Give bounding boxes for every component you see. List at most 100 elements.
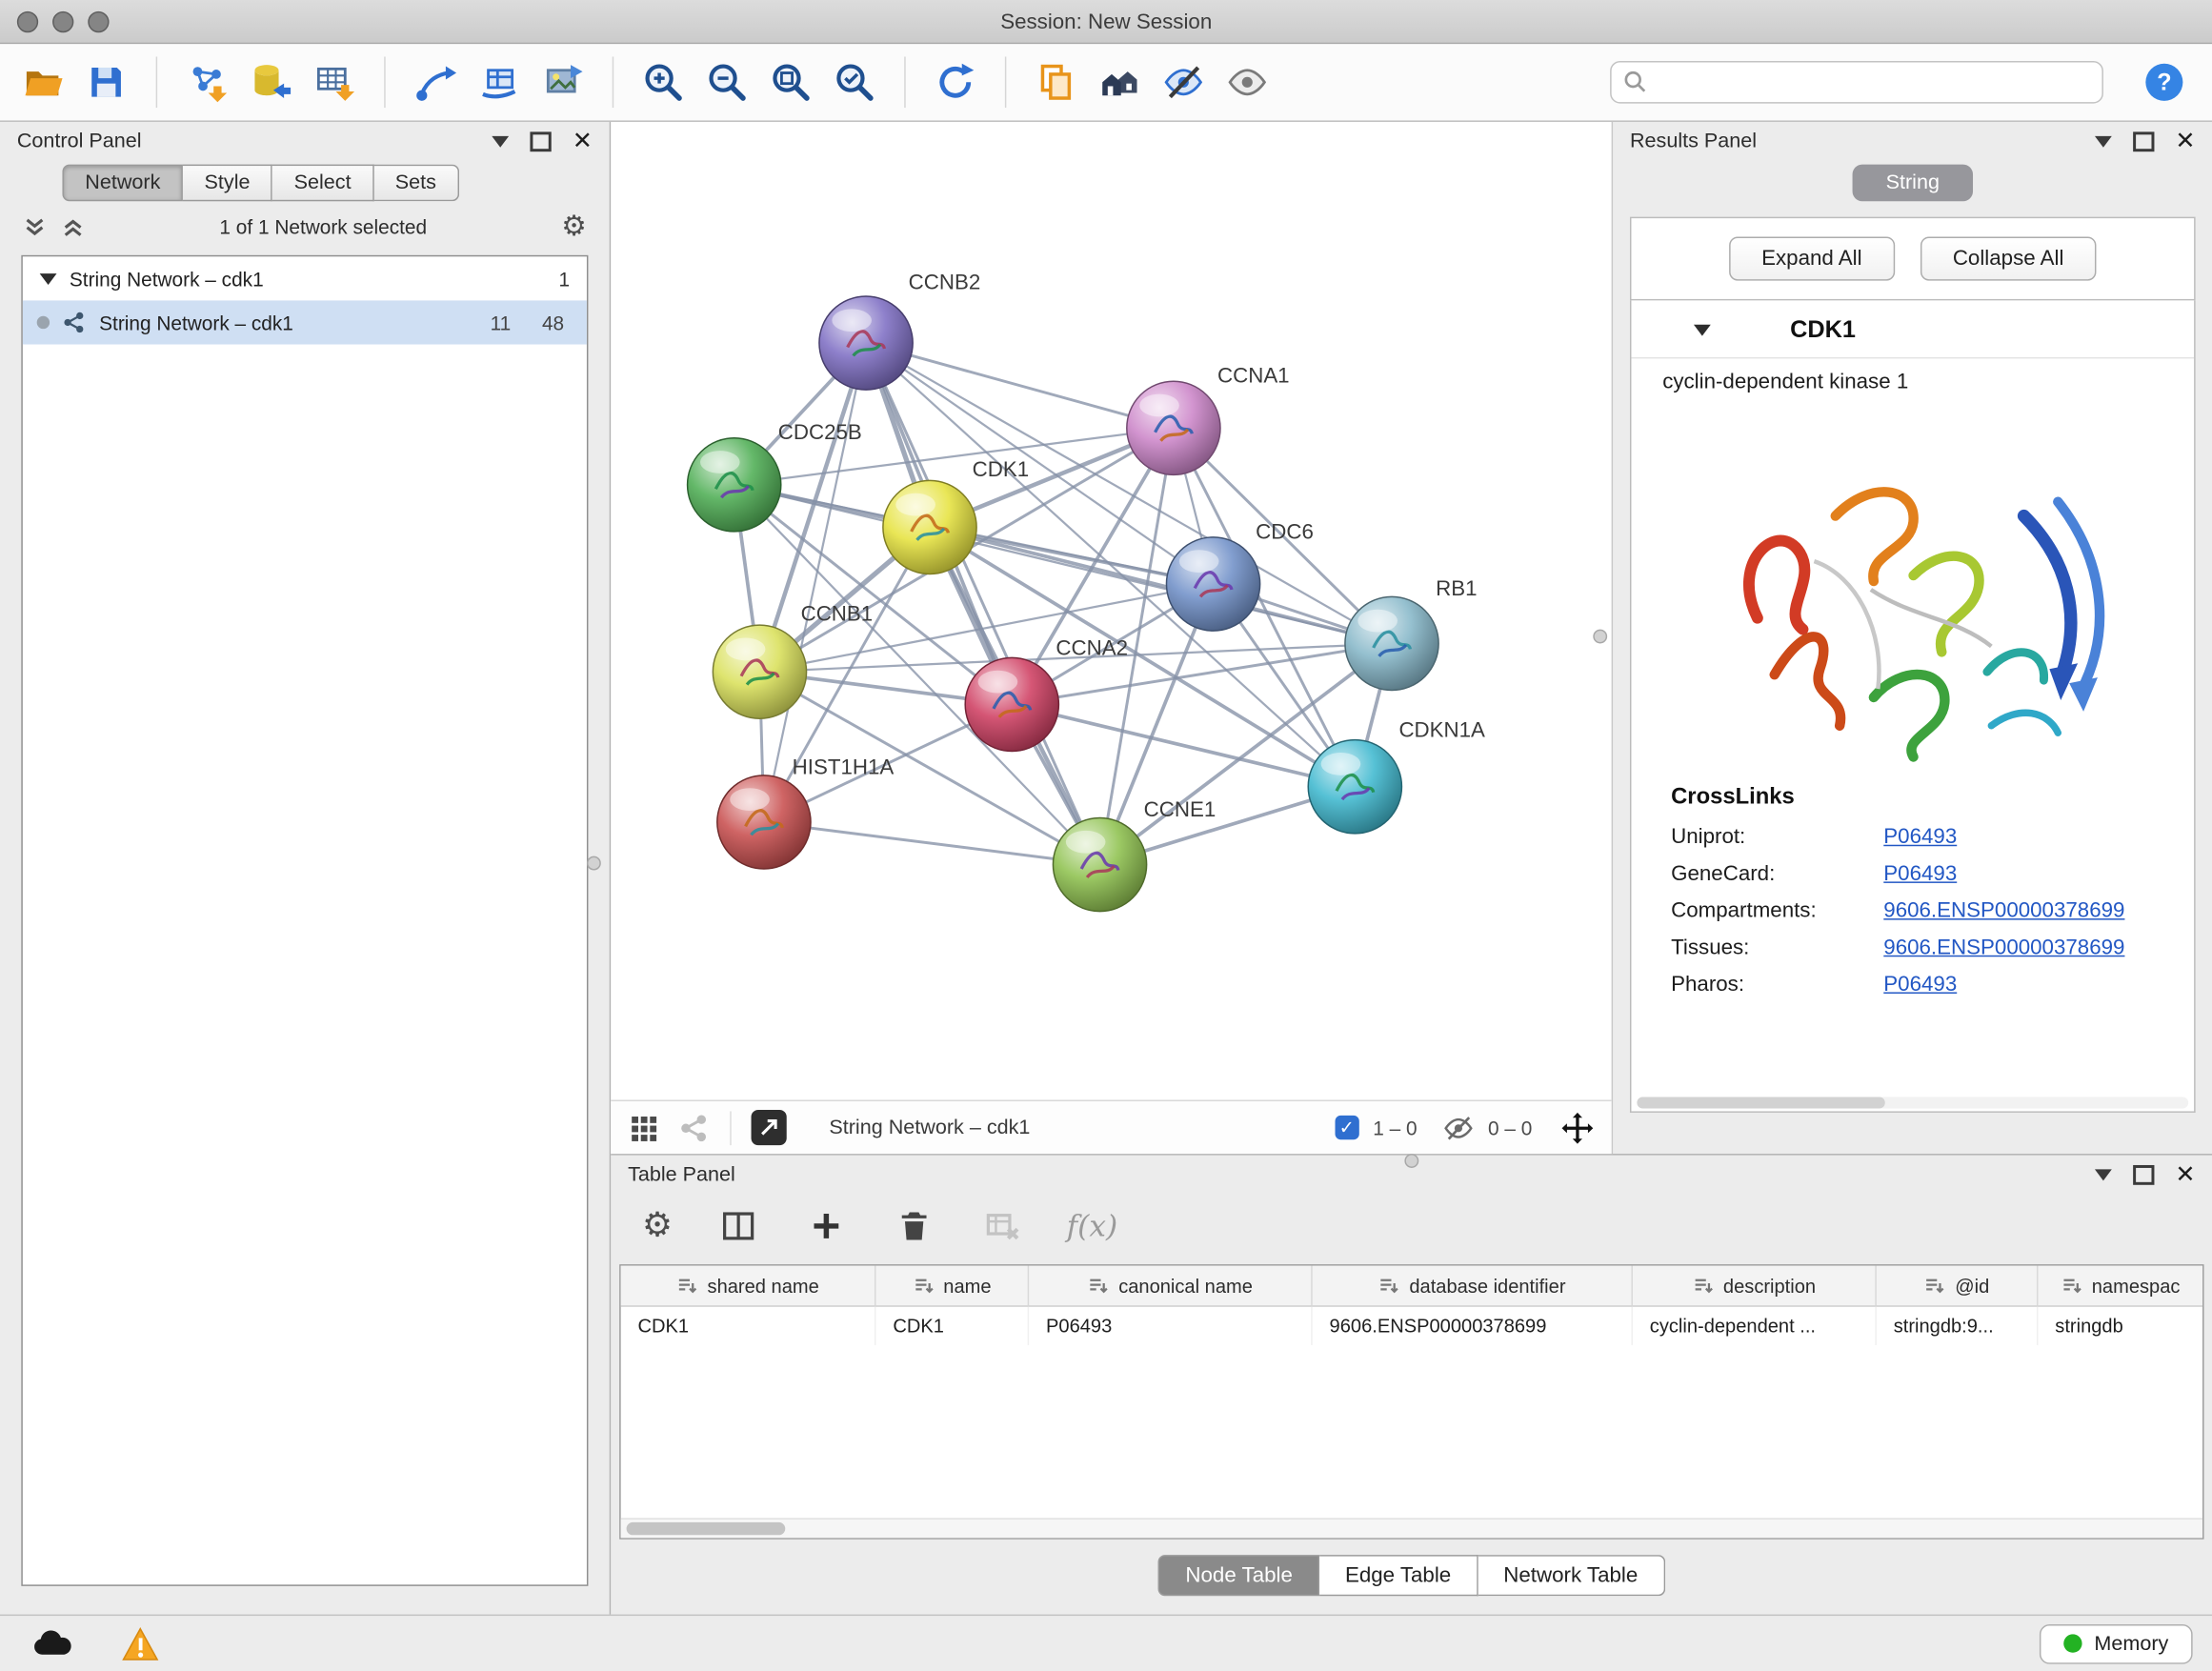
network-view[interactable]: CCNB2CCNA1CDC25BCDK1CDC6RB1CCNB1CCNA2CDK… xyxy=(611,122,1613,1154)
new-network-icon[interactable] xyxy=(412,59,458,105)
network-node-CDC6[interactable] xyxy=(1166,537,1259,631)
memory-button[interactable]: Memory xyxy=(2039,1623,2192,1663)
column-header[interactable]: database identifier xyxy=(1313,1266,1633,1306)
crosslink-label: GeneCard: xyxy=(1671,862,1883,886)
close-panel-icon[interactable]: ✕ xyxy=(573,129,593,152)
splitter-handle[interactable] xyxy=(1404,1154,1418,1168)
column-header[interactable]: description xyxy=(1633,1266,1877,1306)
horizontal-scrollbar[interactable] xyxy=(1637,1097,2188,1109)
network-node-CCNE1[interactable] xyxy=(1053,817,1146,911)
zoom-in-icon[interactable] xyxy=(640,59,686,105)
close-panel-icon[interactable]: ✕ xyxy=(2175,1162,2195,1186)
minimize-panel-icon[interactable] xyxy=(492,135,509,147)
zoom-fit-icon[interactable] xyxy=(768,59,814,105)
show-hide-icon[interactable] xyxy=(1161,59,1207,105)
column-header[interactable]: shared name xyxy=(621,1266,876,1306)
gear-icon[interactable]: ⚙ xyxy=(561,212,587,241)
minimize-panel-icon[interactable] xyxy=(2095,1169,2112,1180)
tab-node-table[interactable]: Node Table xyxy=(1158,1555,1319,1596)
tab-string[interactable]: String xyxy=(1852,165,1974,202)
splitter-handle[interactable] xyxy=(1593,630,1607,644)
crosslink-link[interactable]: P06493 xyxy=(1883,973,1957,997)
network-node-RB1[interactable] xyxy=(1345,596,1438,690)
function-builder-icon[interactable]: f(x) xyxy=(1067,1209,1118,1243)
network-overview-icon[interactable] xyxy=(679,1112,711,1143)
network-edge[interactable] xyxy=(866,343,1099,865)
expand-all-networks-icon[interactable] xyxy=(61,214,85,238)
add-column-icon[interactable] xyxy=(803,1203,849,1249)
column-header[interactable]: name xyxy=(875,1266,1029,1306)
float-panel-icon[interactable] xyxy=(2133,131,2154,151)
network-edge[interactable] xyxy=(764,343,866,822)
network-node-CCNB2[interactable] xyxy=(819,296,913,390)
scrollbar-thumb[interactable] xyxy=(627,1522,786,1535)
minimize-panel-icon[interactable] xyxy=(2095,135,2112,147)
home-network-icon[interactable] xyxy=(1097,59,1143,105)
splitter-handle[interactable] xyxy=(587,856,601,871)
network-collection-row[interactable]: String Network – cdk1 1 xyxy=(23,256,587,300)
tab-style[interactable]: Style xyxy=(183,165,272,202)
network-node-CCNB1[interactable] xyxy=(713,625,806,718)
expand-all-button[interactable]: Expand All xyxy=(1729,236,1895,280)
network-node-CDC25B[interactable] xyxy=(688,438,781,532)
selected-nodes-checkbox[interactable]: ✓ xyxy=(1335,1116,1358,1139)
hidden-items-icon[interactable] xyxy=(1442,1112,1474,1143)
import-table-icon[interactable] xyxy=(312,59,357,105)
import-network-file-icon[interactable] xyxy=(184,59,230,105)
collapse-section-icon[interactable] xyxy=(1694,325,1711,336)
warning-icon[interactable] xyxy=(122,1626,159,1661)
refresh-layout-icon[interactable] xyxy=(933,59,978,105)
crosslink-link[interactable]: 9606.ENSP00000378699 xyxy=(1883,898,2124,922)
column-header[interactable]: @id xyxy=(1877,1266,2039,1306)
eye-icon[interactable] xyxy=(1224,59,1270,105)
network-node-CDKN1A[interactable] xyxy=(1308,740,1401,834)
node-label-CDC25B: CDC25B xyxy=(778,420,862,444)
copy-icon[interactable] xyxy=(1034,59,1079,105)
network-row[interactable]: String Network – cdk1 11 48 xyxy=(23,300,587,344)
network-node-CCNA2[interactable] xyxy=(965,657,1058,751)
zoom-out-icon[interactable] xyxy=(704,59,750,105)
detach-view-icon[interactable] xyxy=(752,1110,787,1145)
collapse-all-button[interactable]: Collapse All xyxy=(1920,236,2097,280)
gene-section-header[interactable]: CDK1 xyxy=(1631,300,2194,358)
new-table-icon[interactable] xyxy=(476,59,522,105)
import-network-database-icon[interactable] xyxy=(248,59,293,105)
tab-sets[interactable]: Sets xyxy=(373,165,458,202)
svg-text:?: ? xyxy=(2157,70,2171,96)
show-columns-icon[interactable] xyxy=(715,1203,761,1249)
network-edge[interactable] xyxy=(1012,704,1355,786)
network-canvas[interactable]: CCNB2CCNA1CDC25BCDK1CDC6RB1CCNB1CCNA2CDK… xyxy=(611,122,1614,1101)
table-row[interactable]: CDK1 CDK1 P06493 9606.ENSP00000378699 cy… xyxy=(621,1307,2202,1345)
network-node-CDK1[interactable] xyxy=(883,480,976,574)
network-edge[interactable] xyxy=(764,822,1100,865)
grid-view-icon[interactable] xyxy=(628,1112,659,1143)
collection-expand-icon[interactable] xyxy=(40,272,57,284)
save-session-icon[interactable] xyxy=(84,59,130,105)
memory-status-icon xyxy=(2063,1634,2081,1652)
network-node-CCNA1[interactable] xyxy=(1127,381,1220,474)
cloud-status-icon[interactable] xyxy=(31,1628,74,1660)
close-panel-icon[interactable]: ✕ xyxy=(2175,129,2195,152)
float-panel-icon[interactable] xyxy=(530,131,551,151)
column-header[interactable]: canonical name xyxy=(1029,1266,1313,1306)
column-header[interactable]: namespac xyxy=(2038,1266,2202,1306)
delete-column-icon[interactable] xyxy=(891,1203,936,1249)
float-panel-icon[interactable] xyxy=(2133,1164,2154,1184)
move-network-icon[interactable] xyxy=(1560,1111,1595,1145)
crosslink-link[interactable]: P06493 xyxy=(1883,862,1957,886)
tab-network[interactable]: Network xyxy=(62,165,183,202)
search-input[interactable] xyxy=(1657,70,2090,95)
crosslink-link[interactable]: P06493 xyxy=(1883,825,1957,849)
tab-edge-table[interactable]: Edge Table xyxy=(1319,1555,1478,1596)
export-image-icon[interactable] xyxy=(540,59,586,105)
tab-network-table[interactable]: Network Table xyxy=(1478,1555,1664,1596)
zoom-selected-icon[interactable] xyxy=(832,59,877,105)
open-session-icon[interactable] xyxy=(20,59,66,105)
table-settings-icon[interactable]: ⚙ xyxy=(642,1209,673,1243)
horizontal-scrollbar[interactable] xyxy=(621,1518,2202,1538)
help-icon[interactable]: ? xyxy=(2142,59,2187,105)
crosslink-link[interactable]: 9606.ENSP00000378699 xyxy=(1883,936,2124,959)
tab-select[interactable]: Select xyxy=(272,165,373,202)
collapse-all-networks-icon[interactable] xyxy=(23,214,47,238)
network-node-HIST1H1A[interactable] xyxy=(717,775,811,869)
